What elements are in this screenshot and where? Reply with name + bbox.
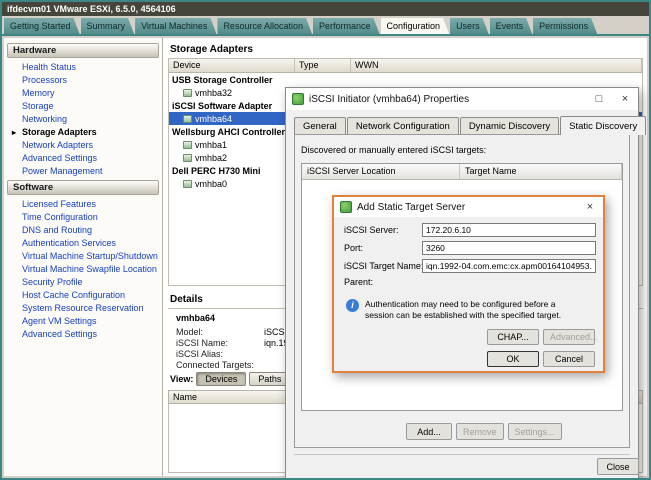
window-title: ifdecvm01 VMware ESXi, 6.5.0, 4564106 [2,2,649,16]
authentication-note: i Authentication may need to be configur… [346,299,594,321]
adapter-icon [183,115,192,123]
remove-target-button[interactable]: Remove [456,423,504,440]
close-icon[interactable]: × [612,88,638,110]
dialog-title: Add Static Target Server [357,202,465,213]
iscsi-server-label: iSCSI Server: [344,225,422,235]
sidebar-item-agent-vm-settings[interactable]: Agent VM Settings [4,315,162,328]
adapter-icon [183,154,192,162]
info-icon: i [346,299,359,312]
iscsi-server-input[interactable] [422,223,596,237]
main-tab-bar: Getting Started Summary Virtual Machines… [2,16,649,36]
advanced-button[interactable]: Advanced... [543,329,595,345]
sidebar-item-authentication-services[interactable]: Authentication Services [4,237,162,250]
close-dialog-button[interactable]: Close [597,458,639,475]
properties-dialog-tabs: General Network Configuration Dynamic Di… [286,110,638,135]
sidebar-section-hardware: Hardware [7,43,159,58]
tab-getting-started[interactable]: Getting Started [4,18,80,34]
sidebar-item-vm-swapfile-location[interactable]: Virtual Machine Swapfile Location [4,263,162,276]
adapter-icon [183,180,192,188]
details-title: Details [170,294,203,305]
targets-buttons: Add... Remove Settings... [406,423,562,440]
port-input[interactable] [422,241,596,255]
chap-buttons: CHAP... Advanced... [487,329,595,345]
dialog-divider [294,454,630,455]
adapters-table-header: Device Type WWN [169,59,642,73]
add-static-target-dialog: Add Static Target Server × iSCSI Server:… [332,195,605,373]
sidebar-item-licensed-features[interactable]: Licensed Features [4,198,162,211]
target-settings-button[interactable]: Settings... [508,423,562,440]
column-device[interactable]: Device [169,59,295,72]
details-label: iSCSI Name: [176,338,264,349]
sidebar-item-power-management[interactable]: Power Management [4,165,162,178]
info-text: Authentication may need to be configured… [365,299,583,321]
tab-events[interactable]: Events [490,18,533,34]
sidebar-item-storage[interactable]: Storage [4,100,162,113]
sidebar-section-software: Software [7,180,159,195]
sidebar-item-host-cache-configuration[interactable]: Host Cache Configuration [4,289,162,302]
sidebar-item-processors[interactable]: Processors [4,74,162,87]
column-type[interactable]: Type [295,59,351,72]
details-view-switcher: View: Devices Paths [170,372,290,386]
iscsi-target-name-input[interactable] [422,259,596,273]
tab-virtual-machines[interactable]: Virtual Machines [135,18,216,34]
vsphere-client-window: ifdecvm01 VMware ESXi, 6.5.0, 4564106 Ge… [0,0,651,480]
close-icon[interactable]: × [577,197,603,217]
tab-permissions[interactable]: Permissions [533,18,597,34]
dialog-title: iSCSI Initiator (vmhba64) Properties [309,94,469,105]
sidebar-item-health-status[interactable]: Health Status [4,61,162,74]
details-label: iSCSI Alias: [176,349,264,360]
tab-resource-allocation[interactable]: Resource Allocation [217,18,312,34]
parent-label: Parent: [344,277,422,287]
details-label: Model: [176,327,264,338]
sidebar-item-label: Storage Adapters [22,127,97,137]
confirm-buttons: OK Cancel [487,351,595,367]
sidebar-item-time-configuration[interactable]: Time Configuration [4,211,162,224]
adapter-group-row: USB Storage Controller [169,73,642,86]
maximize-icon[interactable]: □ [586,88,612,110]
sidebar-item-vm-startup-shutdown[interactable]: Virtual Machine Startup/Shutdown [4,250,162,263]
configuration-sidebar: Hardware Health Status Processors Memory… [4,38,163,476]
tab-static-discovery[interactable]: Static Discovery [560,116,646,135]
targets-table-header: iSCSI Server Location Target Name [302,164,622,180]
page-title: Storage Adapters [164,38,647,55]
tab-performance[interactable]: Performance [313,18,380,34]
port-label: Port: [344,243,422,253]
tab-configuration[interactable]: Configuration [381,18,450,34]
sidebar-item-system-resource-reservation[interactable]: System Resource Reservation [4,302,162,315]
iscsi-target-icon [340,201,352,213]
adapter-icon [183,141,192,149]
selected-arrow-icon: ▸ [12,126,16,139]
tab-summary[interactable]: Summary [81,18,135,34]
column-wwn[interactable]: WWN [351,59,642,72]
iscsi-adapter-icon [292,93,304,105]
targets-description: Discovered or manually entered iSCSI tar… [301,145,623,155]
chap-button[interactable]: CHAP... [487,329,539,345]
column-iscsi-server-location[interactable]: iSCSI Server Location [302,164,460,179]
details-label: Connected Targets: [176,360,264,371]
sidebar-item-network-adapters[interactable]: Network Adapters [4,139,162,152]
sidebar-item-security-profile[interactable]: Security Profile [4,276,162,289]
sidebar-item-networking[interactable]: Networking [4,113,162,126]
dialog-titlebar: Add Static Target Server × [334,197,603,217]
column-target-name[interactable]: Target Name [460,164,622,179]
ok-button[interactable]: OK [487,351,539,367]
add-target-form: iSCSI Server: Port: iSCSI Target Name: P… [334,217,603,371]
dialog-titlebar: iSCSI Initiator (vmhba64) Properties □ × [286,88,638,110]
view-devices-button[interactable]: Devices [196,372,246,386]
sidebar-item-storage-adapters[interactable]: ▸ Storage Adapters [4,126,162,139]
sidebar-item-advanced-settings-hw[interactable]: Advanced Settings [4,152,162,165]
iscsi-target-name-label: iSCSI Target Name: [344,261,422,271]
tab-users[interactable]: Users [450,18,489,34]
add-target-button[interactable]: Add... [406,423,452,440]
adapter-icon [183,89,192,97]
sidebar-item-advanced-settings-sw[interactable]: Advanced Settings [4,328,162,341]
view-label: View: [170,374,193,384]
sidebar-item-memory[interactable]: Memory [4,87,162,100]
cancel-button[interactable]: Cancel [543,351,595,367]
sidebar-item-dns-and-routing[interactable]: DNS and Routing [4,224,162,237]
